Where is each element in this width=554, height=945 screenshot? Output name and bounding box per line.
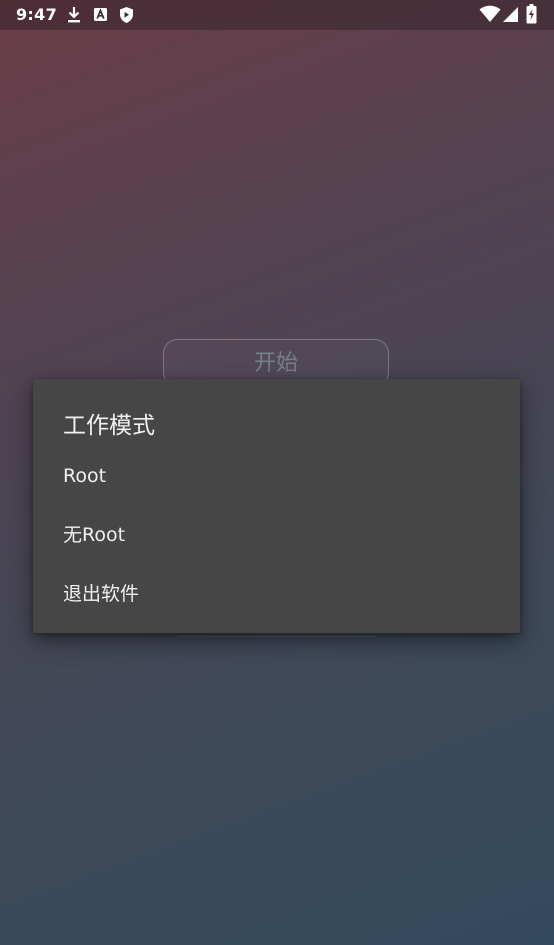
battery-charging-icon — [526, 4, 537, 28]
option-no-root[interactable]: 无Root — [33, 506, 520, 565]
status-time: 9:47 — [16, 5, 57, 24]
a-badge-icon — [93, 6, 108, 27]
option-exit-app[interactable]: 退出软件 — [33, 565, 520, 624]
download-icon — [66, 6, 82, 28]
app-screen: 9:47 开始 工作模式 Root 无Root 退出软件 — [0, 0, 554, 945]
status-bar: 9:47 — [0, 0, 554, 30]
wifi-icon — [479, 5, 501, 27]
shield-icon — [119, 6, 134, 28]
work-mode-dialog: 工作模式 Root 无Root 退出软件 — [33, 379, 520, 633]
signal-icon — [503, 6, 519, 27]
option-root[interactable]: Root — [33, 447, 520, 506]
dialog-title: 工作模式 — [63, 413, 155, 439]
